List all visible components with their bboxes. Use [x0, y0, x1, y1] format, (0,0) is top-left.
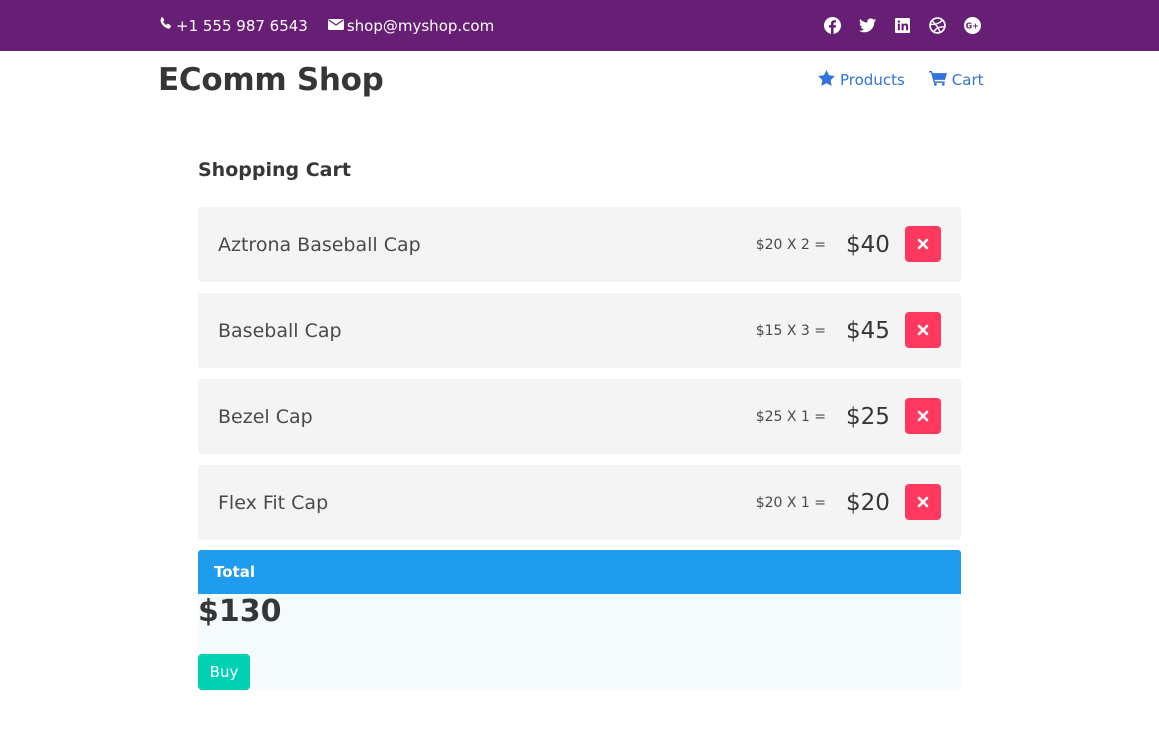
- phone-icon: [158, 16, 176, 35]
- cart-item: Baseball Cap $15 X 3 = $45: [198, 293, 961, 368]
- nav-cart[interactable]: Cart: [928, 70, 984, 90]
- cart-item-price-calc: $15 X 3 =: [755, 322, 826, 339]
- total-amount: $130: [198, 594, 282, 629]
- cart-item: Bezel Cap $25 X 1 = $25: [198, 379, 961, 454]
- remove-item-button[interactable]: [905, 312, 941, 348]
- envelope-icon: [327, 17, 347, 35]
- cart-item-price-calc: $20 X 2 =: [755, 236, 826, 253]
- cart-item-name: Baseball Cap: [218, 319, 342, 342]
- top-contact-bar: +1 555 987 6543 shop@myshop.com G+: [0, 0, 1159, 51]
- cart-item-list: Aztrona Baseball Cap $20 X 2 = $40 Baseb…: [198, 207, 961, 551]
- cart-item: Aztrona Baseball Cap $20 X 2 = $40: [198, 207, 961, 282]
- cart-item-name: Flex Fit Cap: [218, 491, 329, 514]
- email-address: shop@myshop.com: [346, 16, 495, 35]
- contact-info: +1 555 987 6543 shop@myshop.com: [158, 0, 514, 51]
- remove-item-button[interactable]: [905, 484, 941, 520]
- cart-item-line-total: $40: [846, 231, 890, 258]
- svg-text:G+: G+: [965, 22, 978, 31]
- cart-item-name: Bezel Cap: [218, 405, 313, 428]
- remove-item-button[interactable]: [905, 398, 941, 434]
- phone-number: +1 555 987 6543: [176, 16, 308, 35]
- cart-item-line-total: $20: [846, 489, 890, 516]
- close-icon: [917, 410, 929, 422]
- cart-item-name: Aztrona Baseball Cap: [218, 233, 421, 256]
- twitter-icon[interactable]: [857, 16, 877, 36]
- phone-contact[interactable]: +1 555 987 6543: [158, 16, 308, 35]
- cart-item-line-total: $45: [846, 317, 890, 344]
- close-icon: [917, 238, 929, 250]
- remove-item-button[interactable]: [905, 226, 941, 262]
- close-icon: [917, 324, 929, 336]
- nav-cart-label: Cart: [951, 71, 984, 89]
- linkedin-icon[interactable]: [892, 16, 912, 36]
- star-icon: [818, 70, 840, 90]
- dribbble-icon[interactable]: [927, 16, 947, 36]
- site-logo[interactable]: EComm Shop: [158, 62, 384, 98]
- cart-item-price-calc: $25 X 1 =: [755, 408, 826, 425]
- main-nav: Products Cart: [818, 70, 984, 90]
- google-plus-icon[interactable]: G+: [962, 16, 982, 36]
- facebook-icon[interactable]: [822, 16, 842, 36]
- cart-heading: Shopping Cart: [198, 159, 351, 181]
- nav-products-label: Products: [840, 71, 905, 89]
- total-heading: Total: [198, 550, 961, 594]
- close-icon: [917, 496, 929, 508]
- cart-item-price-calc: $20 X 1 =: [755, 494, 826, 511]
- social-links: G+: [822, 0, 997, 51]
- shopping-cart-icon: [928, 70, 952, 90]
- nav-products[interactable]: Products: [818, 70, 905, 90]
- buy-button[interactable]: Buy: [198, 654, 250, 690]
- total-panel: Total $130 Buy: [198, 550, 961, 690]
- email-contact[interactable]: shop@myshop.com: [327, 16, 495, 35]
- cart-item-line-total: $25: [846, 403, 890, 430]
- cart-item: Flex Fit Cap $20 X 1 = $20: [198, 465, 961, 540]
